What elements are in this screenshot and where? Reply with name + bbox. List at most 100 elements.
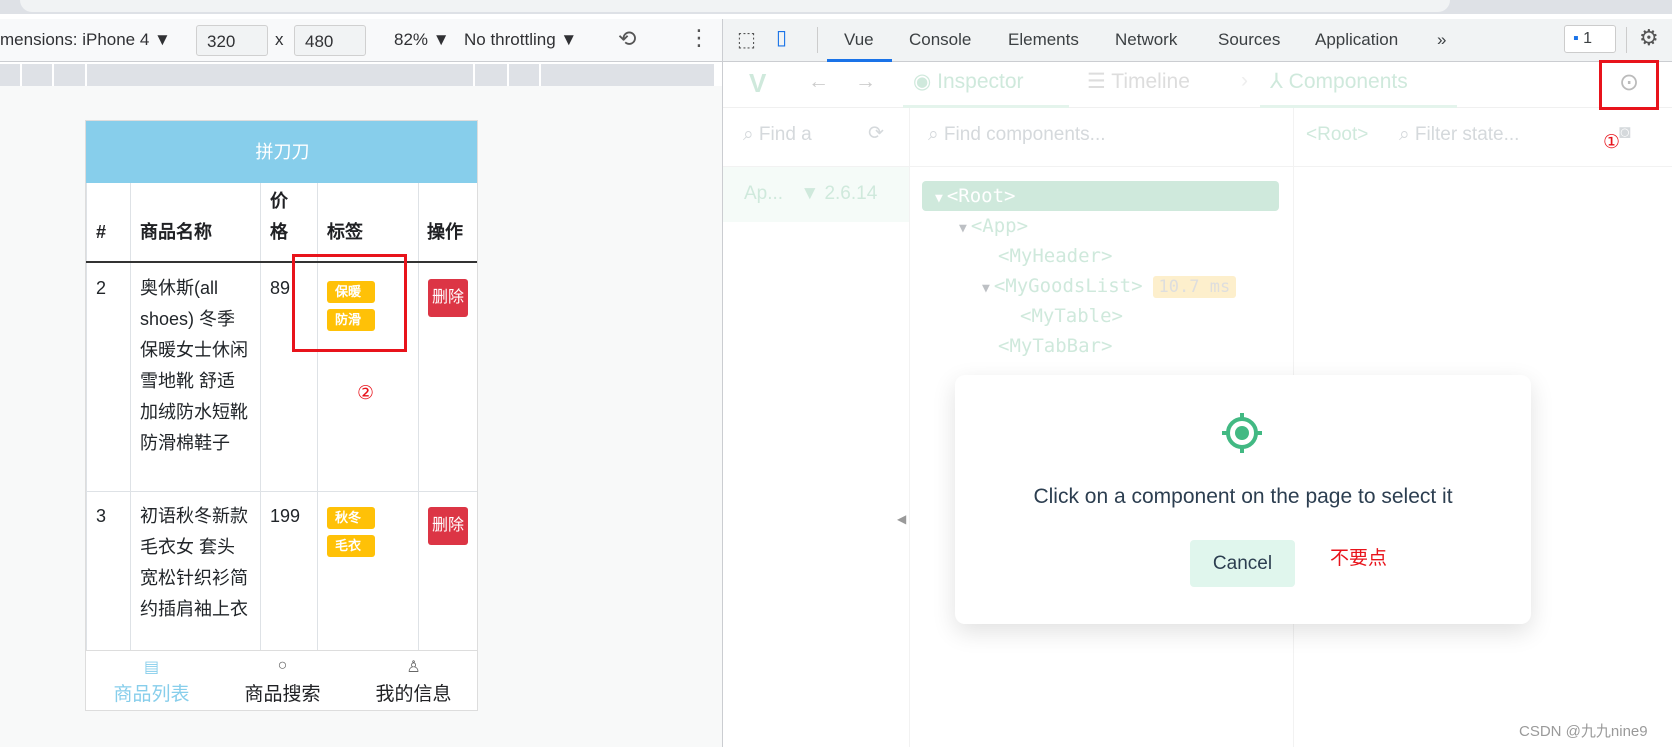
tree-node-label: <MyGoodsList> [993,275,1143,297]
tab-console[interactable]: Console [909,30,971,50]
tree-node-label: <App> [970,215,1029,237]
header-divider [86,261,477,263]
refresh-icon[interactable]: ⟳ [868,122,884,145]
cancel-button[interactable]: Cancel [1190,540,1295,587]
tab-elements[interactable]: Elements [1008,30,1079,50]
state-filter[interactable]: ⌕ Filter state... [1399,124,1519,146]
device-toggle-icon[interactable]: ▯ [776,25,787,50]
device-label: mensions: iPhone 4 [0,30,150,49]
target-icon [1222,413,1262,453]
tab-goods-list[interactable]: ▤ 商品列表 [86,651,217,706]
device-dimensions-select[interactable]: mensions: iPhone 4 ▼ [0,30,171,50]
nav-label: Components [1288,70,1408,93]
issues-badge[interactable]: ▪ 1 [1564,25,1616,53]
phone-viewport: 拼刀刀 # 商品名称 价 格 标签 操作 2 奥休斯(all shoes) 冬季… [85,120,478,711]
tree-node-label: <MyHeader> [998,245,1113,267]
apps-search-placeholder: Find a [758,124,812,145]
devtools-tabbar: ⬚ ▯ Vue Console Elements Network Sources… [723,19,1672,62]
throttling-value: No throttling [464,30,556,49]
col-header-price: 价 格 [270,191,288,242]
times-sign: x [275,30,284,49]
vue-logo-icon: ▼ [800,183,820,204]
tab-vue[interactable]: Vue [844,30,874,50]
components-search-placeholder: Find components... [943,124,1106,145]
throttling-select[interactable]: No throttling ▼ [464,30,577,50]
annotation-box-2 [292,254,407,352]
app-name: Ap... [744,183,784,204]
more-options-icon[interactable]: ⋮ [688,25,710,51]
annotation-box-1 [1599,60,1659,110]
tab-label: 商品列表 [113,684,190,705]
tree-node-mytabbar[interactable]: <MyTabBar> [998,331,1112,361]
delete-button[interactable]: 删除 [428,279,468,317]
app-header: 拼刀刀 [86,121,477,183]
zoom-select[interactable]: 82% ▼ [394,30,450,50]
tab-sources[interactable]: Sources [1218,30,1280,50]
message-icon: ▪ [1573,30,1579,47]
annotation-dont-click: 不要点 [1330,548,1388,569]
height-input[interactable]: 480 [294,25,366,56]
tree-node-mygoodslist[interactable]: ▼ <MyGoodsList> 10.7 ms [982,271,1237,304]
forward-arrow-icon[interactable]: → [855,70,876,94]
tab-label: 我的信息 [375,684,452,705]
more-tabs-button[interactable]: » [1437,30,1446,50]
nav-inspector[interactable]: ◉ Inspector [903,62,1069,108]
user-icon: ♙ [406,659,421,676]
cell-name: 初语秋冬新款毛衣女 套头宽松针织衫简约插肩袖上衣 [140,506,248,619]
tag-badge: 毛衣 [327,535,375,557]
vue-logo-icon: V [749,68,767,98]
tree-node-label: <MyTable> [1020,305,1123,327]
annotation-1: ① [1603,132,1621,153]
cell-tags: 秋冬 毛衣 [327,507,375,563]
components-search[interactable]: ⌕ Find components... [928,124,1106,146]
vue-version: 2.6.14 [824,183,878,204]
rotate-icon[interactable]: ⟲ [618,26,636,52]
search-icon: ⌕ [743,124,754,145]
nav-components[interactable]: ⅄ Components [1260,62,1457,108]
apps-search[interactable]: ⌕ Find a [743,124,812,146]
inspect-element-icon[interactable]: ⬚ [737,27,756,52]
tree-node-myheader[interactable]: <MyHeader> [998,241,1112,271]
tab-bar: ▤ 商品列表 ○ 商品搜索 ♙ 我的信息 [86,650,477,710]
collapse-arrow-icon[interactable]: ◀ [897,512,906,526]
back-arrow-icon[interactable]: ← [808,70,829,94]
app-selector[interactable]: Ap... ▼ 2.6.14 [723,167,909,222]
vue-devtools-nav: V ← → ◉ Inspector ☰ Timeline › ⅄ Compone… [723,62,1672,108]
chevron-right-icon: › [1241,69,1248,92]
select-component-dialog: Click on a component on the page to sele… [955,375,1531,624]
tab-application[interactable]: Application [1315,30,1398,50]
search-icon: ⌕ [928,124,939,145]
timeline-icon: ☰ [1087,70,1106,93]
tree-node-label: <MyTabBar> [998,335,1113,357]
tab-network[interactable]: Network [1115,30,1177,50]
tree-node-app[interactable]: ▼ <App> [959,211,1028,244]
compass-icon: ◉ [913,70,932,93]
inspect-dom-icon[interactable]: ◙ [1619,122,1630,144]
annotation-2: ② [357,383,375,404]
col-header-id: # [96,222,107,242]
cell-price: 89 [270,278,291,298]
col-header-action: 操作 [427,222,463,242]
issues-count: 1 [1583,30,1593,47]
tree-node-root[interactable]: ▼ <Root> [935,181,1015,214]
col-header-name: 商品名称 [140,222,212,242]
nav-label: Inspector [937,70,1024,93]
watermark: CSDN @九九nine9 [1519,723,1648,740]
components-icon: ⅄ [1270,70,1283,93]
media-query-ruler[interactable] [0,64,714,86]
tab-my-info[interactable]: ♙ 我的信息 [348,651,477,706]
tab-goods-search[interactable]: ○ 商品搜索 [217,651,348,706]
nav-label: Timeline [1111,70,1190,93]
delete-button[interactable]: 删除 [428,507,468,545]
nav-timeline[interactable]: ☰ Timeline [1087,69,1190,94]
zoom-value: 82% [394,30,429,49]
tree-node-mytable[interactable]: <MyTable> [1020,301,1123,331]
address-bar[interactable] [20,0,1450,12]
state-filter-placeholder: Filter state... [1414,124,1520,145]
device-toolbar: mensions: iPhone 4 ▼ 320 x 480 82% ▼ No … [0,19,722,62]
width-input[interactable]: 320 [196,25,268,56]
cell-price: 199 [270,506,301,526]
settings-gear-icon[interactable]: ⚙ [1639,25,1659,51]
render-time-badge: 10.7 ms [1152,276,1237,298]
state-target: <Root> [1306,124,1369,145]
